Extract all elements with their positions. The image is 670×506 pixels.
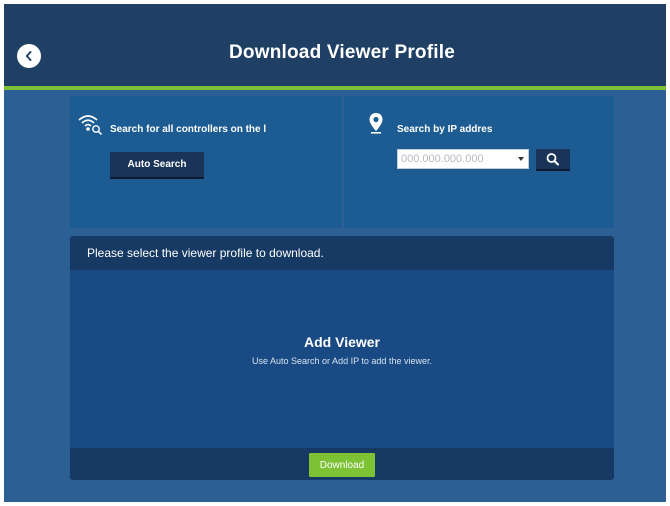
viewer-card-header: Please select the viewer profile to down… [70,236,614,270]
add-viewer-title: Add Viewer [304,334,380,350]
ip-address-input[interactable]: 000.000.000.000 [397,149,529,169]
auto-search-panel: Search for all controllers on the l Auto… [70,96,342,228]
auto-search-label: Search for all controllers on the l [110,124,267,135]
header-bar: Download Viewer Profile [4,4,666,88]
ip-address-placeholder: 000.000.000.000 [401,153,484,165]
header-accent-line [4,86,666,90]
add-viewer-hint: Use Auto Search or Add IP to add the vie… [252,356,432,366]
location-pin-icon [369,113,383,134]
auto-search-button[interactable]: Auto Search [110,152,204,177]
viewer-card-footer: Download [70,448,614,480]
ip-search-button[interactable] [536,149,570,169]
viewer-profile-card: Please select the viewer profile to down… [70,236,614,480]
viewer-list-area: Add Viewer Use Auto Search or Add IP to … [70,270,614,448]
ip-search-panel: Search by IP addres 000.000.000.000 [344,96,614,228]
dropdown-caret-icon[interactable] [518,157,524,161]
wifi-search-icon [78,115,102,135]
ip-search-label: Search by IP addres [397,124,493,135]
download-button[interactable]: Download [309,453,375,477]
page-title: Download Viewer Profile [229,42,455,63]
viewer-instruction-text: Please select the viewer profile to down… [87,246,324,260]
app-window: Download Viewer Profile Search for all c… [4,4,666,502]
search-icon [546,153,559,166]
